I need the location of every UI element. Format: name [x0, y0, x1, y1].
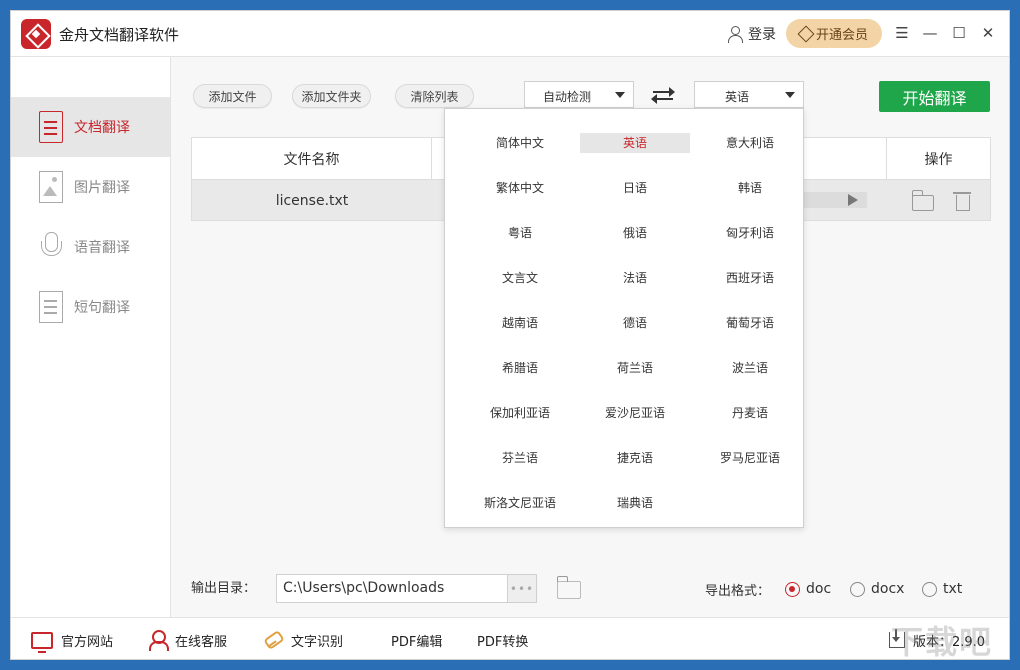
language-option[interactable]: 斯洛文尼亚语	[465, 493, 575, 513]
minimize-icon[interactable]: —	[919, 22, 941, 44]
pdf-edit-link[interactable]: PDF编辑	[391, 618, 442, 659]
start-translate-button[interactable]: 开始翻译	[879, 81, 990, 112]
format-label: txt	[943, 581, 963, 597]
official-website-link[interactable]: 官方网站	[31, 618, 114, 659]
source-language-value: 自动检测	[542, 90, 591, 104]
language-option[interactable]: 法语	[580, 268, 690, 288]
online-service-link[interactable]: 在线客服	[149, 618, 228, 659]
language-option[interactable]: 波兰语	[695, 358, 805, 378]
sidebar-item-image-translate[interactable]: 图片翻译	[11, 157, 170, 217]
sidebar-item-voice-translate[interactable]: 语音翻译	[11, 217, 170, 277]
swap-languages-icon[interactable]	[651, 85, 675, 105]
sidebar-item-label: 文档翻译	[74, 120, 130, 136]
open-folder-icon[interactable]	[911, 190, 934, 211]
format-label: doc	[806, 581, 832, 597]
customer-service-icon	[149, 630, 169, 651]
output-dir-input[interactable]: C:\Users\pc\Downloads	[276, 574, 508, 603]
add-file-button[interactable]: 添加文件	[193, 84, 272, 108]
vip-button[interactable]: 开通会员	[786, 19, 882, 48]
language-option[interactable]: 荷兰语	[580, 358, 690, 378]
language-option[interactable]: 捷克语	[580, 448, 690, 468]
chevron-down-icon	[615, 92, 625, 98]
login-label: 登录	[748, 27, 776, 43]
file-name: license.txt	[275, 192, 349, 209]
language-option[interactable]: 葡萄牙语	[695, 313, 805, 333]
language-option[interactable]: 匈牙利语	[695, 223, 805, 243]
delete-icon[interactable]	[953, 191, 971, 211]
format-radio-txt[interactable]: txt	[922, 580, 962, 598]
play-icon[interactable]	[848, 194, 858, 206]
sidebar-item-label: 图片翻译	[74, 180, 130, 196]
radio-checked-icon	[785, 581, 800, 597]
note-icon	[39, 291, 63, 323]
chevron-down-icon	[785, 92, 795, 98]
language-option[interactable]: 德语	[580, 313, 690, 333]
format-radio-doc[interactable]: doc	[785, 580, 831, 598]
format-radio-docx[interactable]: docx	[850, 580, 904, 598]
radio-unchecked-icon	[850, 581, 865, 597]
language-option[interactable]: 爱沙尼亚语	[580, 403, 690, 423]
language-option[interactable]: 罗马尼亚语	[695, 448, 805, 468]
menu-icon[interactable]: ☰	[891, 22, 913, 44]
language-option[interactable]: 希腊语	[465, 358, 575, 378]
add-folder-button[interactable]: 添加文件夹	[292, 84, 371, 108]
browse-button[interactable]: •••	[508, 574, 537, 603]
monitor-icon	[31, 631, 53, 653]
close-icon[interactable]: ✕	[977, 22, 999, 44]
maximize-icon[interactable]: ☐	[948, 22, 970, 44]
sidebar-item-sentence-translate[interactable]: 短句翻译	[11, 277, 170, 337]
output-dir-label: 输出目录：	[191, 581, 257, 596]
language-option[interactable]: 粤语	[465, 223, 575, 243]
ocr-link[interactable]: 文字识别	[263, 618, 344, 659]
language-option[interactable]: 文言文	[465, 268, 575, 288]
language-option[interactable]: 越南语	[465, 313, 575, 333]
login-button[interactable]: 登录	[726, 23, 776, 45]
language-option[interactable]: 意大利语	[695, 133, 805, 153]
language-option[interactable]: 英语	[580, 133, 690, 153]
app-window: 金舟文档翻译软件 登录 开通会员 ☰ — ☐ ✕ 文档翻译 图片翻译 语音翻译 …	[10, 10, 1010, 660]
target-language-select[interactable]: 英语	[694, 81, 804, 108]
radio-unchecked-icon	[922, 581, 937, 597]
footer-label: 文字识别	[291, 634, 344, 650]
language-option[interactable]: 日语	[580, 178, 690, 198]
language-option[interactable]: 俄语	[580, 223, 690, 243]
app-title: 金舟文档翻译软件	[59, 26, 180, 44]
sidebar-item-label: 短句翻译	[74, 300, 130, 316]
export-format-label: 导出格式：	[705, 584, 771, 599]
column-header-filename: 文件名称	[192, 138, 432, 179]
target-language-value: 英语	[724, 90, 749, 104]
microphone-icon	[39, 231, 63, 263]
app-logo-icon	[21, 19, 51, 49]
vip-label: 开通会员	[815, 28, 868, 43]
format-label: docx	[871, 581, 905, 597]
diamond-icon	[797, 25, 815, 42]
watermark: 下载吧	[891, 623, 994, 660]
source-language-select[interactable]: 自动检测	[524, 81, 634, 108]
column-header-action: 操作	[886, 138, 990, 179]
user-icon	[726, 25, 744, 43]
language-option[interactable]: 繁体中文	[465, 178, 575, 198]
clear-list-button[interactable]: 清除列表	[395, 84, 474, 108]
sidebar-item-doc-translate[interactable]: 文档翻译	[11, 97, 170, 157]
pdf-convert-link[interactable]: PDF转换	[477, 618, 528, 659]
sidebar-item-label: 语音翻译	[74, 240, 130, 256]
footer-bar: 官方网站 在线客服 文字识别 PDF编辑 PDF转换 版本：2.9.0	[11, 617, 1009, 659]
footer-label: 在线客服	[175, 634, 228, 650]
document-icon	[39, 111, 63, 143]
output-folder-icon[interactable]	[556, 576, 581, 599]
language-option[interactable]: 芬兰语	[465, 448, 575, 468]
language-option[interactable]: 西班牙语	[695, 268, 805, 288]
language-option[interactable]: 简体中文	[465, 133, 575, 153]
language-dropdown: 简体中文繁体中文粤语文言文越南语希腊语保加利亚语芬兰语斯洛文尼亚语 英语日语俄语法…	[444, 108, 804, 528]
sidebar: 文档翻译 图片翻译 语音翻译 短句翻译	[11, 57, 171, 617]
language-option[interactable]: 韩语	[695, 178, 805, 198]
language-option[interactable]: 丹麦语	[695, 403, 805, 423]
footer-label: 官方网站	[61, 634, 114, 650]
language-option[interactable]: 保加利亚语	[465, 403, 575, 423]
image-icon	[39, 171, 63, 203]
language-option[interactable]: 瑞典语	[580, 493, 690, 513]
title-bar: 金舟文档翻译软件 登录 开通会员 ☰ — ☐ ✕	[11, 11, 1009, 57]
ocr-icon	[263, 631, 283, 649]
